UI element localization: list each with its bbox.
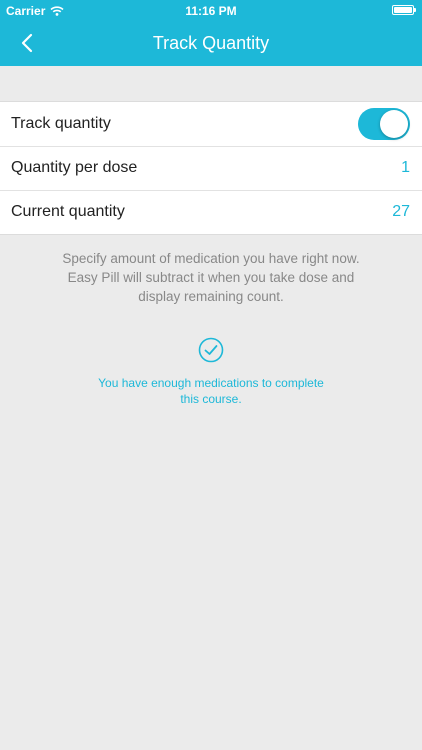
status-bar: Carrier 11:16 PM <box>0 0 422 22</box>
status-message: You have enough medications to complete … <box>98 376 324 406</box>
settings-group: Track quantity Quantity per dose 1 Curre… <box>0 101 422 235</box>
quantity-per-dose-label: Quantity per dose <box>11 159 138 176</box>
current-quantity-row[interactable]: Current quantity 27 <box>0 190 422 234</box>
track-quantity-row: Track quantity <box>0 102 422 146</box>
quantity-per-dose-row[interactable]: Quantity per dose 1 <box>0 146 422 190</box>
check-circle-icon <box>198 337 224 363</box>
help-text: Specify amount of medication you have ri… <box>62 251 360 304</box>
navigation-bar: Track Quantity <box>0 22 422 66</box>
page-title: Track Quantity <box>152 33 270 53</box>
track-quantity-toggle[interactable] <box>358 108 410 140</box>
quantity-per-dose-value: 1 <box>401 159 410 176</box>
current-quantity-value: 27 <box>392 203 410 220</box>
toggle-knob <box>380 110 408 138</box>
track-quantity-label: Track quantity <box>11 115 111 132</box>
top-bar: Carrier 11:16 PM Track Quantity <box>0 0 422 66</box>
battery-icon <box>392 5 416 15</box>
status-time: 11:16 PM <box>185 4 237 18</box>
current-quantity-label: Current quantity <box>11 203 125 220</box>
